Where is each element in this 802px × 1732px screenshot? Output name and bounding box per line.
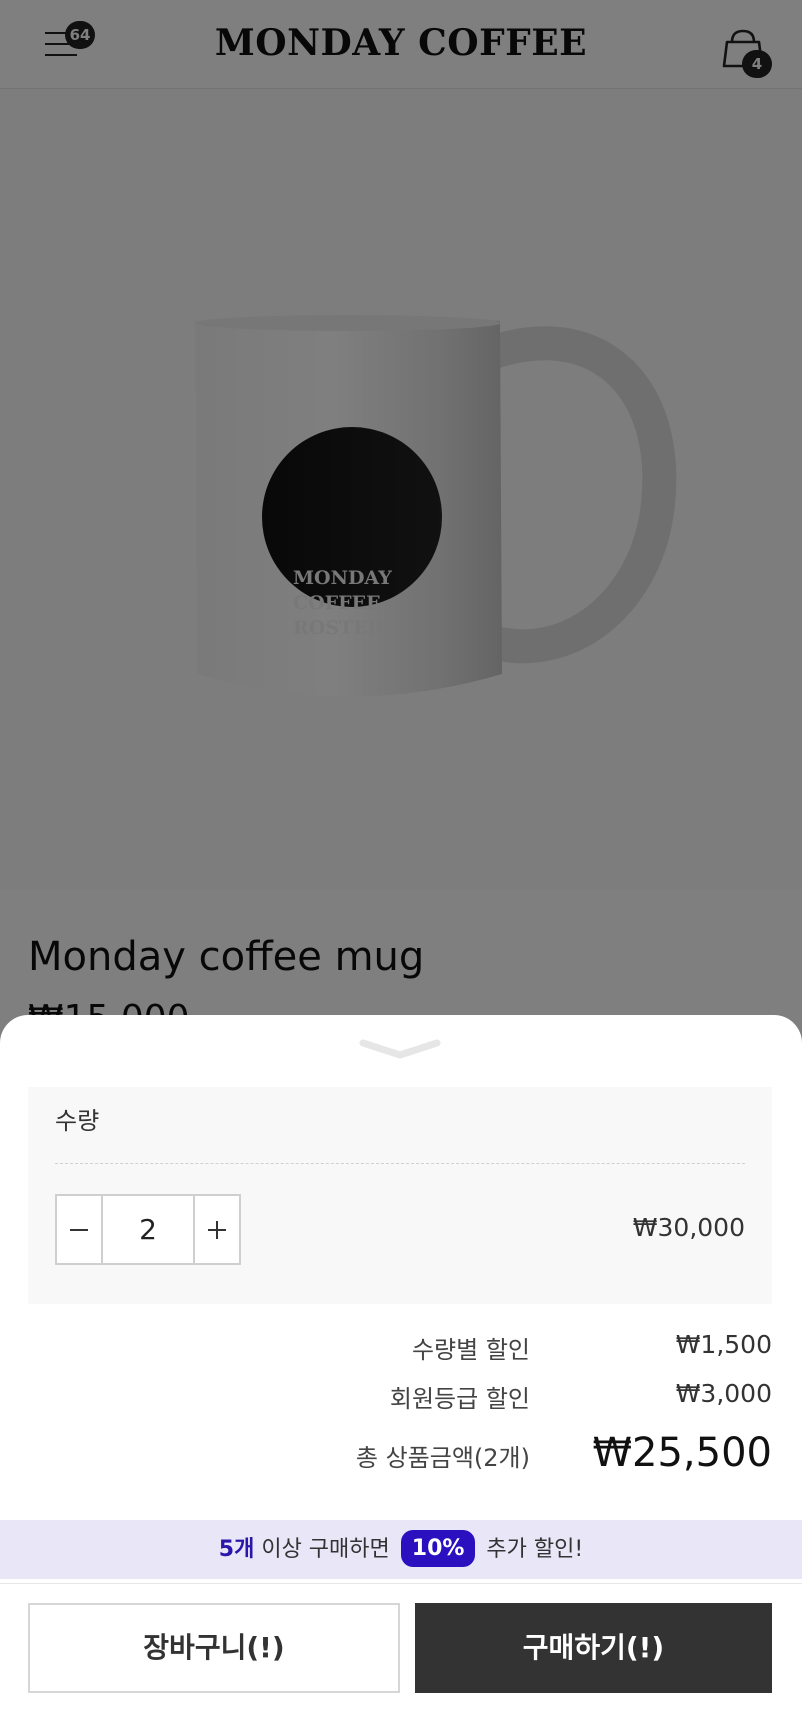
divider [0,1583,802,1584]
promo-text-end: 추가 할인! [479,1537,584,1562]
discount-value: ₩3,000 [675,1379,772,1408]
quantity-subtotal: ₩30,000 [632,1213,745,1242]
discount-row: 회원등급 할인 ₩3,000 [0,1379,802,1419]
buy-now-button[interactable]: 구매하기(!) [415,1603,772,1693]
promo-text: 이상 구매하면 [254,1537,397,1562]
discount-label: 회원등급 할인 [389,1385,530,1413]
chevron-down-icon[interactable] [359,1037,441,1063]
quantity-stepper: 2 [55,1194,241,1265]
increase-button[interactable] [193,1196,239,1263]
promo-banner: 5개 이상 구매하면 10% 추가 할인! [0,1520,802,1579]
add-to-cart-button[interactable]: 장바구니(!) [28,1603,400,1693]
total-price: ₩25,500 [592,1430,772,1476]
discount-row: 수량별 할인 ₩1,500 [0,1330,802,1370]
promo-quantity: 5개 [218,1537,255,1562]
total-label: 총 상품금액(2개) [355,1444,530,1472]
quantity-input[interactable]: 2 [103,1196,193,1263]
decrease-button[interactable] [57,1196,103,1263]
quantity-label: 수량 [55,1107,100,1135]
purchase-bottom-sheet: 수량 2 ₩30,000 수량별 할인 ₩1,500 회원등급 할인 ₩3,00… [0,1015,802,1732]
quantity-panel: 수량 2 ₩30,000 [28,1087,772,1304]
minus-icon [70,1228,88,1231]
divider [55,1163,745,1164]
discount-value: ₩1,500 [675,1330,772,1359]
discount-label: 수량별 할인 [411,1336,530,1364]
plus-icon [208,1220,226,1239]
promo-percent-badge: 10% [400,1529,476,1567]
total-row: 총 상품금액(2개) ₩25,500 [0,1430,802,1486]
